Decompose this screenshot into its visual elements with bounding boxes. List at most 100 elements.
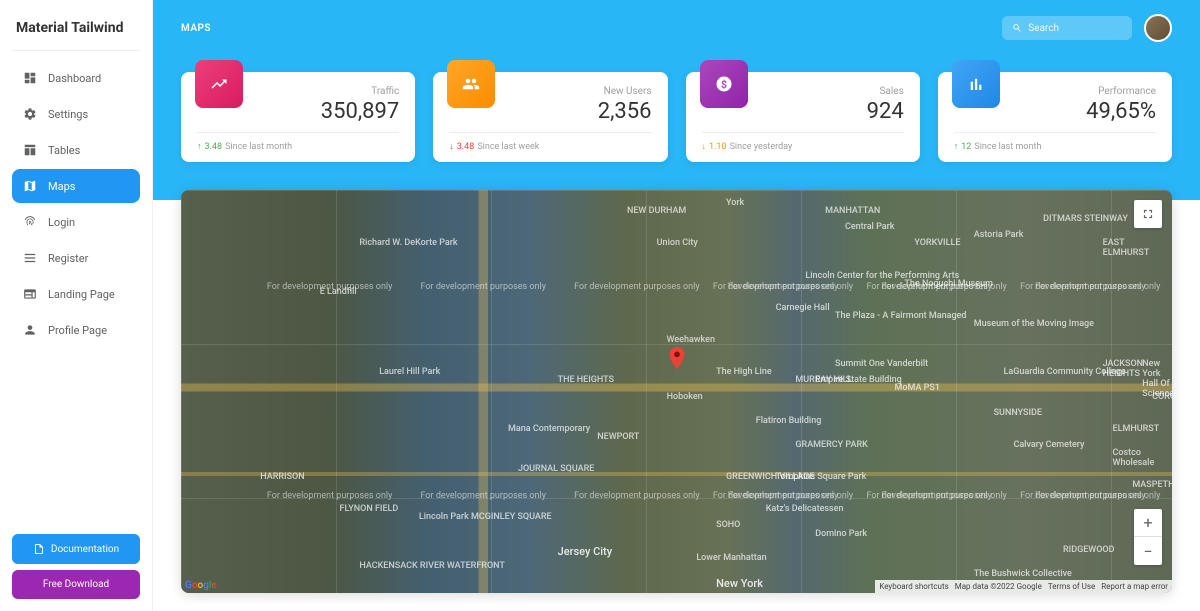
- map-poi-label: SUNNYSIDE: [994, 408, 1042, 418]
- map-poi-label: Richard W. DeKorte Park: [359, 238, 457, 248]
- list-icon: [22, 250, 38, 266]
- nav-label: Profile Page: [48, 324, 107, 337]
- bar-icon: [952, 60, 1000, 108]
- dashboard-icon: [22, 70, 38, 86]
- map-poi-label: RIDGEWOOD: [1063, 545, 1115, 555]
- map-poi-label: JOURNAL SQUARE: [518, 464, 594, 474]
- map-poi-label: GRAMERCY PARK: [795, 440, 867, 450]
- map-poi-label: MoMA PS1: [895, 383, 940, 393]
- free-download-button[interactable]: Free Download: [12, 570, 140, 599]
- map-poi-label: Laurel Hill Park: [379, 367, 440, 377]
- map-poi-label: Domino Park: [815, 529, 867, 539]
- map-poi-label: Union City: [657, 238, 698, 248]
- map-poi-label: Lower Manhattan: [696, 553, 766, 563]
- attr-terms[interactable]: Terms of Use: [1048, 582, 1095, 591]
- map-poi-label: Museum of the Moving Image: [974, 319, 1094, 329]
- dev-watermark: For development purposes only: [713, 491, 838, 501]
- map-poi-label: ELMHURST: [1113, 424, 1160, 434]
- attr-shortcuts[interactable]: Keyboard shortcuts: [879, 582, 948, 591]
- search-input[interactable]: [1028, 23, 1122, 34]
- nav-label: Maps: [48, 180, 75, 193]
- brand-title: Material Tailwind: [12, 12, 140, 51]
- avatar[interactable]: [1144, 14, 1172, 42]
- fingerprint-icon: [22, 214, 38, 230]
- users-icon: [447, 60, 495, 108]
- map-poi-label: MANHATTAN: [825, 206, 880, 216]
- map-icon: [22, 178, 38, 194]
- sidebar-item-dashboard[interactable]: Dashboard: [12, 61, 140, 95]
- map[interactable]: For development purposes only For develop…: [181, 190, 1172, 593]
- zoom-out-button[interactable]: −: [1134, 537, 1162, 565]
- dev-watermark: For development purposes only: [1020, 491, 1145, 501]
- map-poi-label: Carnegie Hall: [776, 303, 830, 313]
- page-title: MAPS: [181, 23, 211, 34]
- delta-value: 3.48: [457, 142, 475, 152]
- attr-report[interactable]: Report a map error: [1101, 582, 1168, 591]
- sidebar-item-register[interactable]: Register: [12, 241, 140, 275]
- gear-icon: [22, 106, 38, 122]
- nav-label: Login: [48, 216, 75, 229]
- map-poi-label: E Landfill: [320, 287, 357, 297]
- map-poi-label: DITMARS STEINWAY: [1043, 214, 1128, 224]
- dev-watermark: For development purposes only: [574, 282, 699, 292]
- zoom-controls: + −: [1134, 509, 1162, 565]
- map-poi-label: York: [726, 198, 744, 208]
- map-poi-label: The High Line: [716, 367, 772, 377]
- stat-card-new-users: New Users2,356↓3.48Since last week: [433, 72, 667, 162]
- attr-data: Map data ©2022 Google: [955, 582, 1042, 591]
- zoom-in-button[interactable]: +: [1134, 509, 1162, 537]
- search-icon: [1012, 22, 1022, 34]
- top-right: [1002, 14, 1172, 42]
- sidebar-item-settings[interactable]: Settings: [12, 97, 140, 131]
- sidebar-item-maps[interactable]: Maps: [12, 169, 140, 203]
- map-poi-label: Flatiron Building: [756, 416, 822, 426]
- map-poi-label: Tompkins Square Park: [776, 472, 867, 482]
- main-area: MAPS Traffic350,897↑3.48Since last month…: [153, 0, 1200, 611]
- dev-watermark: For development purposes only: [866, 491, 991, 501]
- sidebar: Material Tailwind Dashboard SettingsTable…: [0, 0, 153, 611]
- map-poi-label: NEW DURHAM: [627, 206, 686, 216]
- map-poi-label: FLYNON FIELD: [340, 504, 399, 514]
- sidebar-item-tables[interactable]: Tables: [12, 133, 140, 167]
- delta-arrow-icon: ↑: [954, 141, 959, 152]
- card-footer: ↓1.10Since yesterday: [702, 132, 904, 152]
- sidebar-item-profile-page[interactable]: Profile Page: [12, 313, 140, 347]
- table-icon: [22, 142, 38, 158]
- map-poi-label: SOHO: [716, 520, 740, 530]
- documentation-button[interactable]: Documentation: [12, 534, 140, 564]
- topbar: MAPS Traffic350,897↑3.48Since last month…: [153, 0, 1200, 200]
- map-poi-label: Lincoln Center for the Performing Arts: [805, 271, 959, 281]
- map-pin-icon: [667, 347, 687, 375]
- map-poi-label: MASPETH: [1132, 480, 1172, 490]
- map-poi-label: EAST ELMHURST: [1103, 238, 1172, 258]
- nav-label: Dashboard: [48, 72, 101, 85]
- stat-cards: Traffic350,897↑3.48Since last monthNew U…: [181, 72, 1172, 162]
- stat-card-sales: $Sales924↓1.10Since yesterday: [686, 72, 920, 162]
- stat-card-performance: Performance49,65%↑12Since last month: [938, 72, 1172, 162]
- dl-label: Free Download: [43, 579, 109, 590]
- map-poi-label: NEWPORT: [597, 432, 639, 442]
- delta-since: Since last month: [225, 142, 292, 152]
- doc-icon: [33, 543, 45, 555]
- map-poi-label: YORKVILLE: [914, 238, 960, 248]
- dev-watermark: For development purposes only: [267, 491, 392, 501]
- map-poi-label: HACKENSACK RIVER WATERFRONT: [359, 561, 505, 571]
- trend-icon: [195, 60, 243, 108]
- sidebar-item-login[interactable]: Login: [12, 205, 140, 239]
- map-city-label: Jersey City: [558, 545, 613, 558]
- delta-arrow-icon: ↑: [197, 141, 202, 152]
- sidebar-item-landing-page[interactable]: Landing Page: [12, 277, 140, 311]
- map-poi-label: Lincoln Park MCGINLEY SQUARE: [419, 512, 552, 522]
- nav-label: Landing Page: [48, 288, 115, 301]
- search-box[interactable]: [1002, 16, 1132, 40]
- delta-arrow-icon: ↓: [449, 141, 454, 152]
- fullscreen-button[interactable]: [1134, 200, 1162, 228]
- delta-value: 3.48: [205, 142, 223, 152]
- map-container: For development purposes only For develop…: [153, 190, 1200, 611]
- top-row: MAPS: [181, 14, 1172, 42]
- stat-card-traffic: Traffic350,897↑3.48Since last month: [181, 72, 415, 162]
- google-logo: Google: [185, 580, 217, 591]
- map-poi-label: Costco Wholesale: [1113, 448, 1172, 468]
- web-icon: [22, 286, 38, 302]
- fullscreen-icon: [1141, 207, 1155, 221]
